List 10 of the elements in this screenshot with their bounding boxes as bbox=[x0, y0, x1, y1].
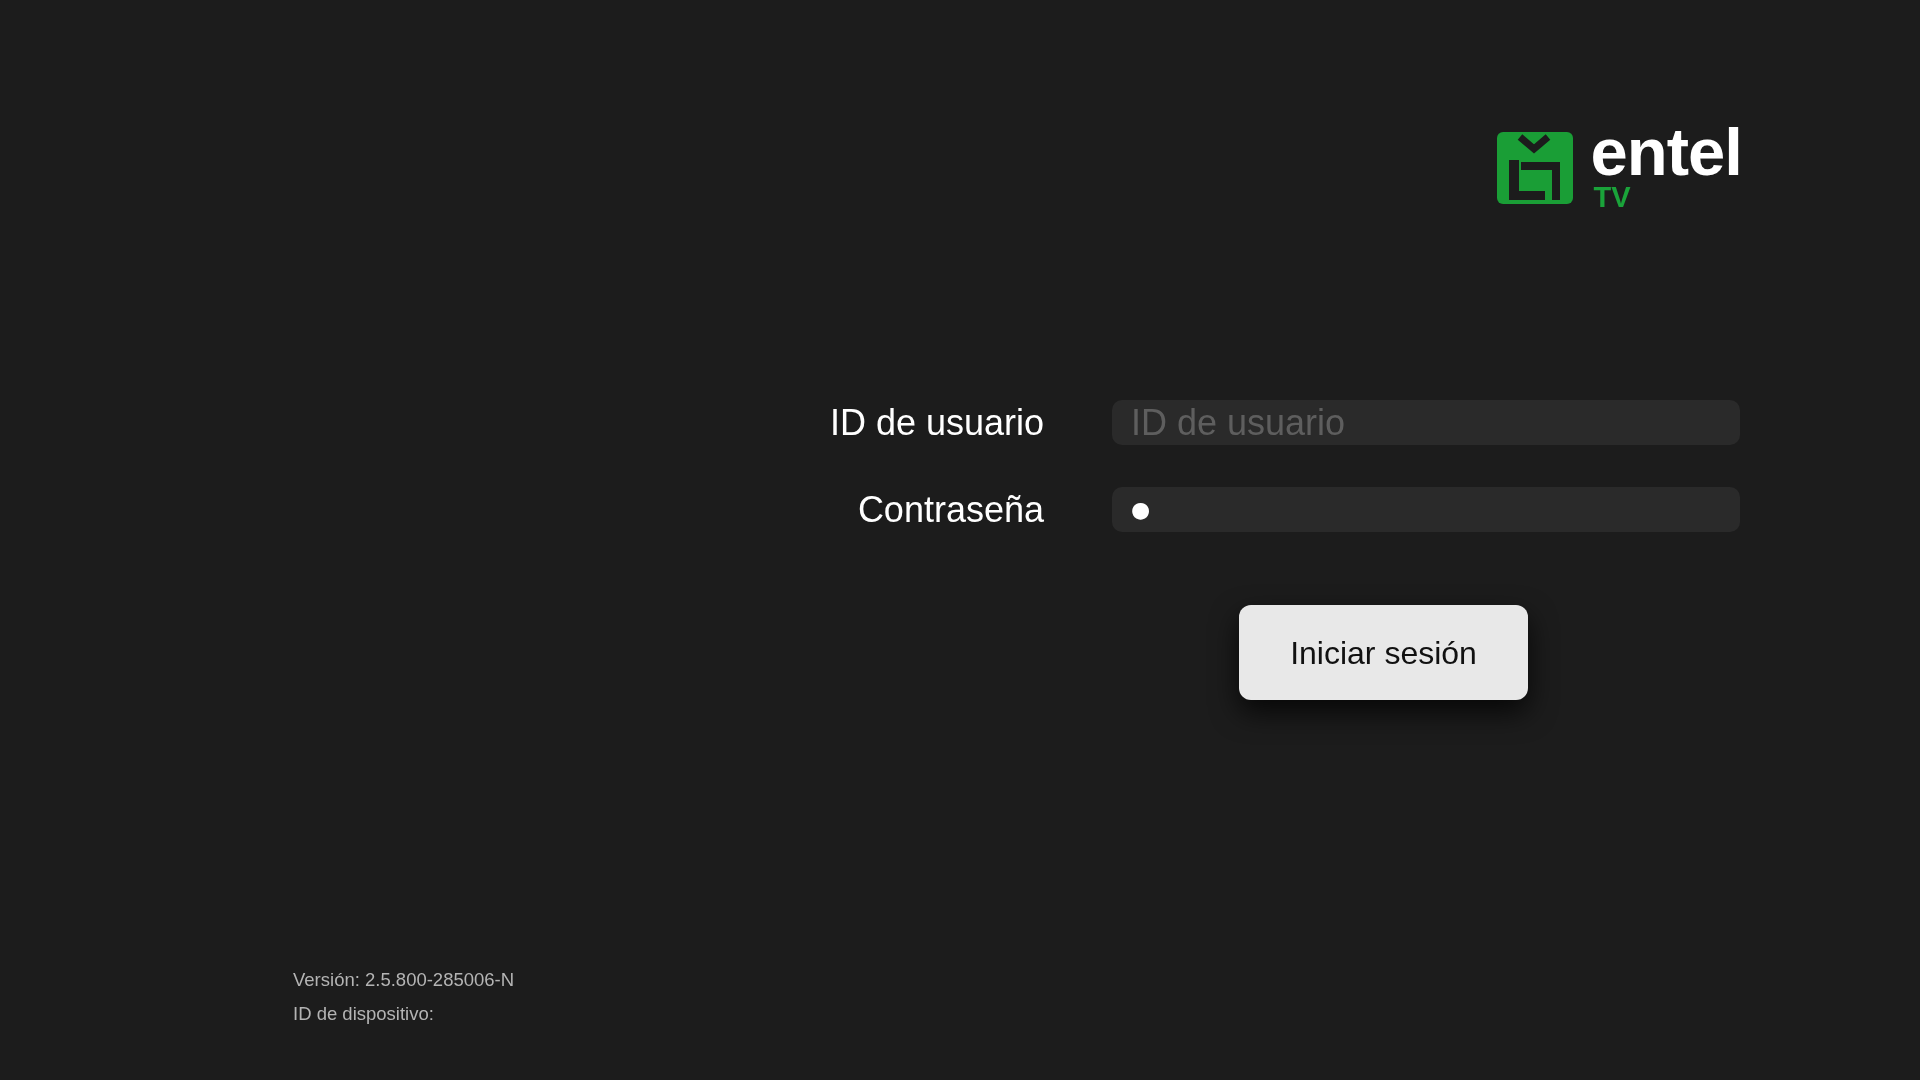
field-label: Contraseña bbox=[856, 488, 1044, 532]
logo-subtitle: TV bbox=[1593, 183, 1631, 211]
logo-wordmark: entel bbox=[1590, 123, 1742, 181]
footer-text: ID de dispositivo: bbox=[293, 1002, 434, 1026]
footer-text: Versión: 2.5.800-285006-N bbox=[293, 968, 515, 992]
masked-value: ● bbox=[1131, 498, 1151, 521]
password-field[interactable]: ● bbox=[1112, 487, 1740, 532]
sign-in-button[interactable]: Iniciar sesión bbox=[1239, 605, 1528, 700]
field-label: ID de usuario bbox=[828, 401, 1044, 445]
logo-icon bbox=[1496, 132, 1573, 204]
